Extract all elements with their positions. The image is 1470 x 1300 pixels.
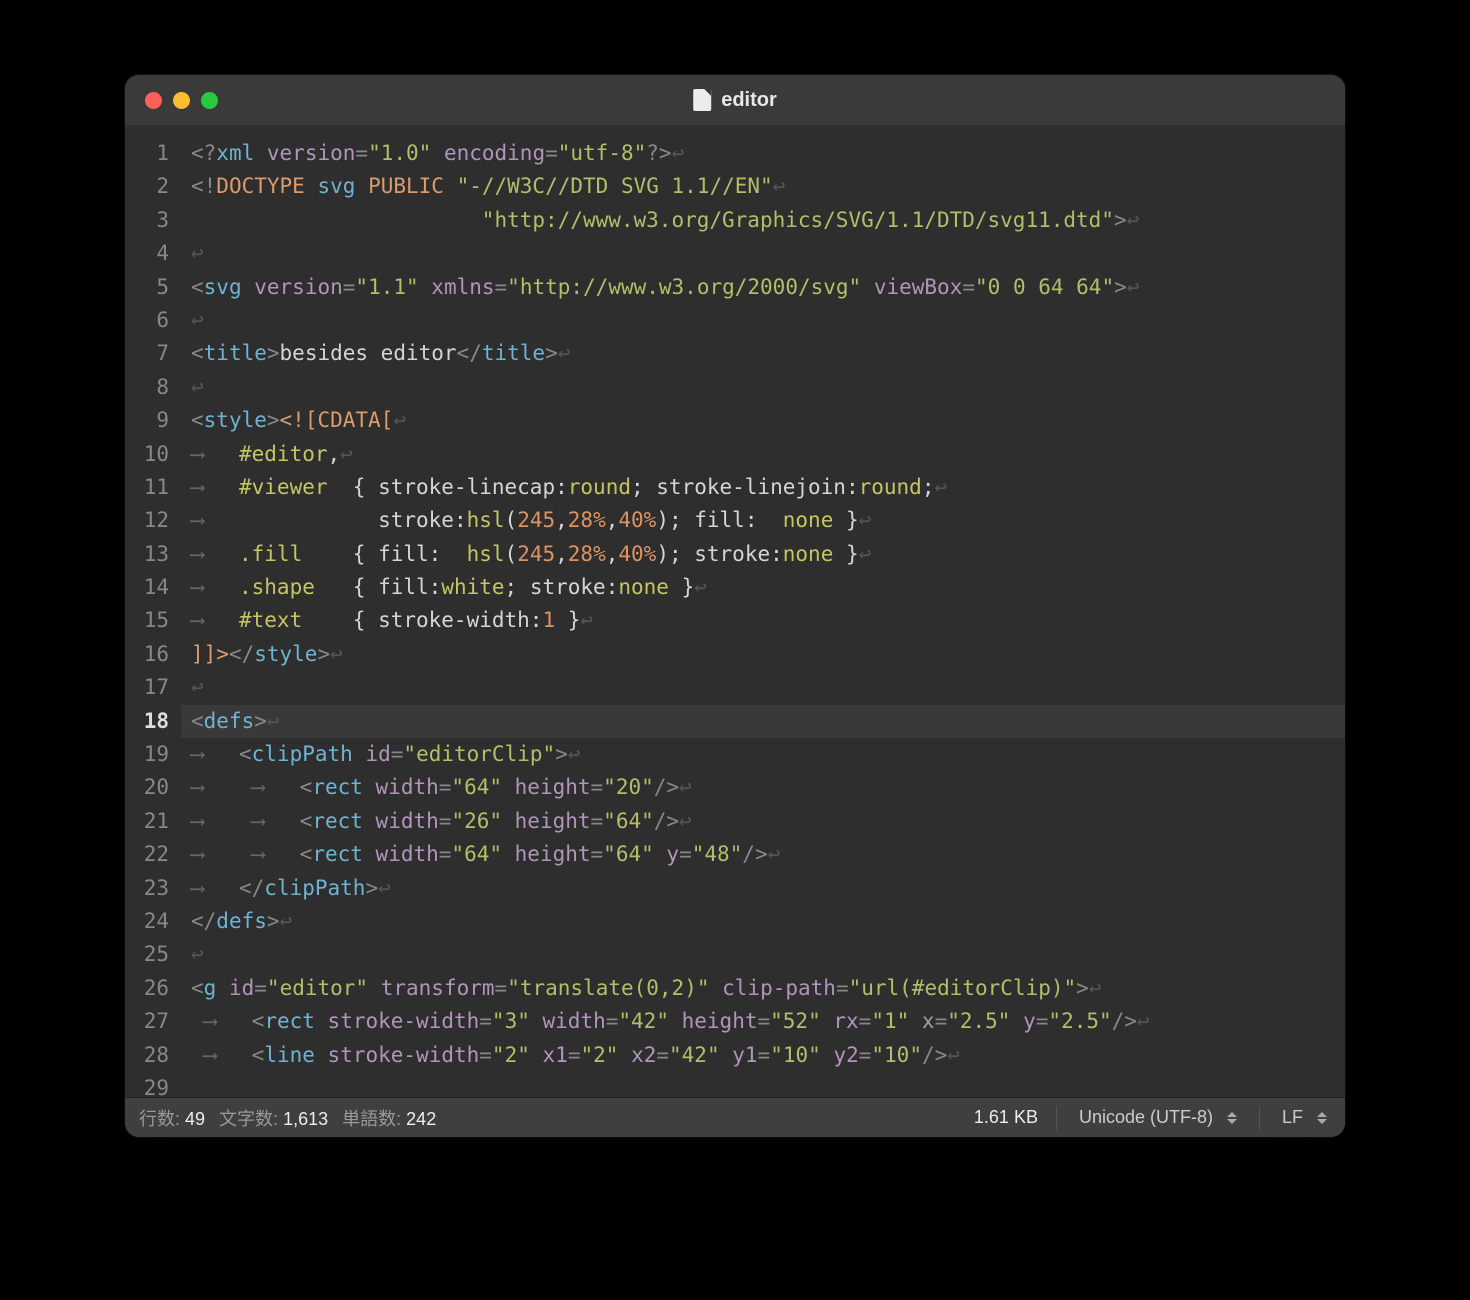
encoding-label: Unicode (UTF-8) [1079,1107,1213,1128]
line-number[interactable]: 13 [125,538,169,571]
window-title-text: editor [721,89,777,112]
code-line[interactable]: <g id="editor" transform="translate(0,2)… [191,972,1345,1005]
separator [1056,1106,1057,1130]
code-line[interactable]: </defs>↩ [191,905,1345,938]
minimize-button[interactable] [173,92,190,109]
line-number[interactable]: 24 [125,905,169,938]
line-number[interactable]: 23 [125,872,169,905]
code-line[interactable]: "http://www.w3.org/Graphics/SVG/1.1/DTD/… [191,204,1345,237]
filesize: 1.61 KB [974,1107,1038,1128]
line-number[interactable]: 15 [125,604,169,637]
editor-window: editor 123456789101112131415161718192021… [125,75,1345,1137]
line-number[interactable]: 14 [125,571,169,604]
code-line[interactable]: ⟶#text { stroke-width:1 }↩ [191,604,1345,637]
code-line[interactable]: ]]></style>↩ [191,638,1345,671]
code-line[interactable]: <style><![CDATA[↩ [191,404,1345,437]
code-line[interactable]: ⟶<line stroke-width="2" x1="2" x2="42" y… [191,1039,1345,1072]
line-number[interactable]: 16 [125,638,169,671]
stat-chars: 文字数: 1,613 [219,1105,328,1131]
chars-value: 1,613 [283,1109,328,1129]
code-line[interactable]: ⟶ ⟶<rect width="26" height="64"/>↩ [191,805,1345,838]
code-line[interactable]: ⟶#viewer { stroke-linecap:round; stroke-… [191,471,1345,504]
line-number-gutter[interactable]: 1234567891011121314151617181920212223242… [125,125,181,1097]
code-line[interactable]: ↩ [191,304,1345,337]
lines-label: 行数: [139,1109,180,1129]
code-line[interactable]: ⟶</clipPath>↩ [191,872,1345,905]
code-line[interactable]: ↩ [191,237,1345,270]
code-line[interactable]: ⟶.fill { fill: hsl(245,28%,40%); stroke:… [191,538,1345,571]
document-icon [693,89,711,111]
line-number[interactable]: 26 [125,972,169,1005]
lines-value: 49 [185,1109,205,1129]
code-line[interactable]: ⟶<rect stroke-width="3" width="42" heigh… [191,1005,1345,1038]
window-title: editor [693,89,777,112]
zoom-button[interactable] [201,92,218,109]
statusbar: 行数: 49 文字数: 1,613 単語数: 242 1.61 KB Unico… [125,1097,1345,1137]
chevron-updown-icon [1227,1112,1237,1124]
code-line[interactable]: <defs>↩ [181,705,1345,738]
line-number[interactable]: 18 [125,705,169,738]
line-number[interactable]: 6 [125,304,169,337]
line-number[interactable]: 11 [125,471,169,504]
line-number[interactable]: 4 [125,237,169,270]
line-number[interactable]: 1 [125,137,169,170]
code-line[interactable]: ↩ [191,938,1345,971]
code-line[interactable]: ⟶.shape { fill:white; stroke:none }↩ [191,571,1345,604]
line-number[interactable]: 29 [125,1072,169,1105]
line-number[interactable]: 19 [125,738,169,771]
traffic-lights [145,92,218,109]
stat-lines: 行数: 49 [139,1105,205,1131]
line-number[interactable]: 2 [125,170,169,203]
line-number[interactable]: 7 [125,337,169,370]
words-value: 242 [406,1109,436,1129]
line-number[interactable]: 28 [125,1039,169,1072]
editor-area[interactable]: 1234567891011121314151617181920212223242… [125,125,1345,1097]
line-number[interactable]: 3 [125,204,169,237]
code-line[interactable]: ↩ [191,671,1345,704]
encoding-dropdown[interactable]: Unicode (UTF-8) [1075,1107,1241,1128]
chars-label: 文字数: [219,1109,278,1129]
chevron-updown-icon [1317,1112,1327,1124]
line-number[interactable]: 5 [125,271,169,304]
code-line[interactable]: ↩ [191,371,1345,404]
code-line[interactable]: ⟶ stroke:hsl(245,28%,40%); fill: none }↩ [191,504,1345,537]
line-number[interactable]: 27 [125,1005,169,1038]
code-line[interactable]: ⟶<clipPath id="editorClip">↩ [191,738,1345,771]
line-number[interactable]: 12 [125,504,169,537]
line-number[interactable]: 17 [125,671,169,704]
words-label: 単語数: [342,1109,401,1129]
line-number[interactable]: 22 [125,838,169,871]
code-line[interactable]: <!DOCTYPE svg PUBLIC "-//W3C//DTD SVG 1.… [191,170,1345,203]
code-line[interactable]: <?xml version="1.0" encoding="utf-8"?>↩ [191,137,1345,170]
code-line[interactable]: <svg version="1.1" xmlns="http://www.w3.… [191,271,1345,304]
code-line[interactable]: <title>besides editor</title>↩ [191,337,1345,370]
line-number[interactable]: 10 [125,438,169,471]
code-line[interactable] [191,1072,1345,1097]
separator [1259,1106,1260,1130]
line-number[interactable]: 21 [125,805,169,838]
close-button[interactable] [145,92,162,109]
stat-words: 単語数: 242 [342,1105,436,1131]
line-number[interactable]: 20 [125,771,169,804]
code-line[interactable]: ⟶ ⟶<rect width="64" height="20"/>↩ [191,771,1345,804]
line-number[interactable]: 25 [125,938,169,971]
code-line[interactable]: ⟶#editor,↩ [191,438,1345,471]
line-number[interactable]: 9 [125,404,169,437]
line-ending-dropdown[interactable]: LF [1278,1107,1331,1128]
code-content[interactable]: <?xml version="1.0" encoding="utf-8"?>↩<… [181,125,1345,1097]
line-ending-label: LF [1282,1107,1303,1128]
line-number[interactable]: 8 [125,371,169,404]
titlebar[interactable]: editor [125,75,1345,125]
code-line[interactable]: ⟶ ⟶<rect width="64" height="64" y="48"/>… [191,838,1345,871]
